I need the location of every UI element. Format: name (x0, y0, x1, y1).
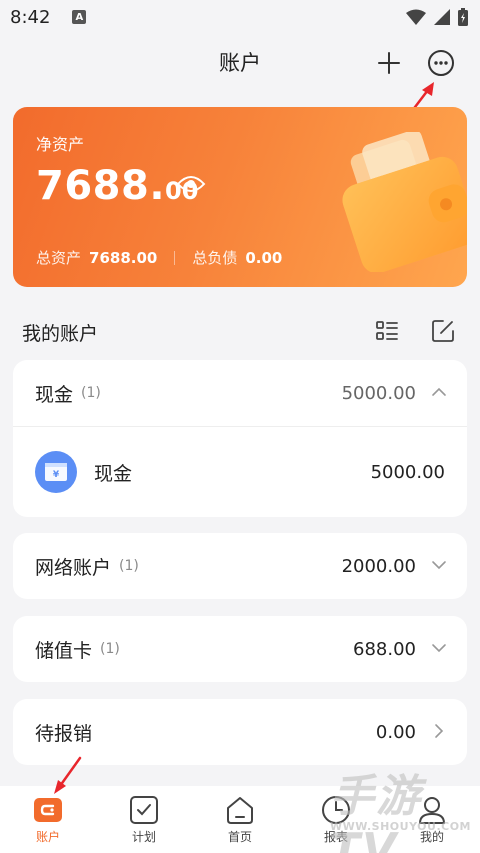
more-button[interactable] (424, 46, 458, 80)
tab-reports[interactable]: 报表 (288, 786, 384, 853)
notification-badge: A (72, 10, 87, 24)
account-row-cash[interactable]: ¥ 现金 5000.00 (13, 427, 467, 517)
group-total: 2000.00 (341, 555, 416, 577)
more-icon (428, 50, 454, 76)
tab-label: 账户 (35, 830, 60, 844)
group-name: 现金 (35, 383, 74, 406)
account-name: 现金 (94, 462, 133, 485)
cash-icon: ¥ (35, 451, 77, 493)
my-accounts-header: 我的账户 (22, 316, 458, 348)
group-name: 待报销 (35, 722, 93, 745)
chevron-down-icon (432, 561, 446, 570)
user-icon (417, 794, 447, 826)
group-total: 688.00 (353, 638, 416, 660)
total-assets-label: 总资产 (36, 249, 82, 267)
net-asset-label: 净资产 (36, 135, 85, 154)
group-header-network[interactable]: 网络账户 (1) 2000.00 (13, 533, 467, 599)
tab-label: 计划 (131, 830, 156, 844)
group-total: 5000.00 (341, 382, 416, 404)
group-header-cash[interactable]: 现金 (1) 5000.00 (13, 360, 467, 426)
clock-report-icon (321, 794, 351, 826)
total-liabilities-value: 0.00 (245, 248, 283, 267)
chevron-up-icon (432, 387, 446, 396)
tab-label: 报表 (323, 830, 348, 844)
group-count: (1) (81, 385, 101, 401)
asset-summary: 总资产 7688.00 总负债 0.00 (36, 247, 282, 268)
wallet-illustration-icon (342, 132, 467, 272)
group-name: 网络账户 (35, 556, 112, 579)
chevron-right-icon (435, 724, 444, 738)
annotation-arrow-bottom (54, 756, 82, 794)
svg-text:¥: ¥ (53, 470, 60, 480)
net-asset-amount: 7688. 00 (36, 163, 198, 209)
checkbox-icon (129, 794, 159, 826)
wifi-icon (406, 9, 426, 25)
net-asset-amount-integer: 7688. (36, 163, 166, 209)
status-icons (406, 8, 468, 26)
group-count: (1) (100, 641, 120, 657)
home-icon (225, 794, 255, 826)
account-balance: 5000.00 (370, 461, 445, 483)
total-assets-value: 7688.00 (89, 248, 158, 267)
plus-icon (378, 52, 400, 74)
page-title: 账户 (219, 51, 261, 75)
tab-label: 首页 (227, 830, 252, 844)
battery-icon (458, 8, 468, 26)
edit-icon[interactable] (430, 318, 456, 344)
account-group-cash: 现金 (1) 5000.00 ¥ 现金 5000.00 (13, 360, 467, 517)
chevron-down-icon (432, 644, 446, 653)
net-asset-card[interactable]: 净资产 7688. 00 总资产 7688.00 总负债 0.00 (13, 107, 467, 287)
signal-icon (434, 9, 450, 25)
group-count: (1) (119, 558, 139, 574)
tab-plan[interactable]: 计划 (96, 786, 192, 853)
section-title: 我的账户 (22, 322, 99, 345)
list-view-icon[interactable] (375, 319, 399, 343)
group-total: 0.00 (375, 721, 416, 743)
bottom-tab-bar: 账户 计划 首页 报表 我的 (0, 786, 480, 853)
tab-profile[interactable]: 我的 (384, 786, 480, 853)
account-group-stored-value-card[interactable]: 储值卡 (1) 688.00 (13, 616, 467, 682)
tab-home[interactable]: 首页 (192, 786, 288, 853)
group-header-stored-value-card[interactable]: 储值卡 (1) 688.00 (13, 616, 467, 682)
summary-divider (174, 250, 176, 265)
wallet-icon (33, 794, 63, 826)
group-name: 储值卡 (35, 639, 93, 662)
account-group-network[interactable]: 网络账户 (1) 2000.00 (13, 533, 467, 599)
status-time: 8:42 (10, 6, 51, 28)
total-liabilities-label: 总负债 (192, 249, 238, 267)
add-button[interactable] (372, 46, 406, 80)
tab-accounts[interactable]: 账户 (0, 786, 96, 853)
tab-label: 我的 (419, 830, 444, 844)
status-bar: 8:42 A (0, 0, 480, 34)
eye-icon[interactable] (176, 173, 206, 195)
